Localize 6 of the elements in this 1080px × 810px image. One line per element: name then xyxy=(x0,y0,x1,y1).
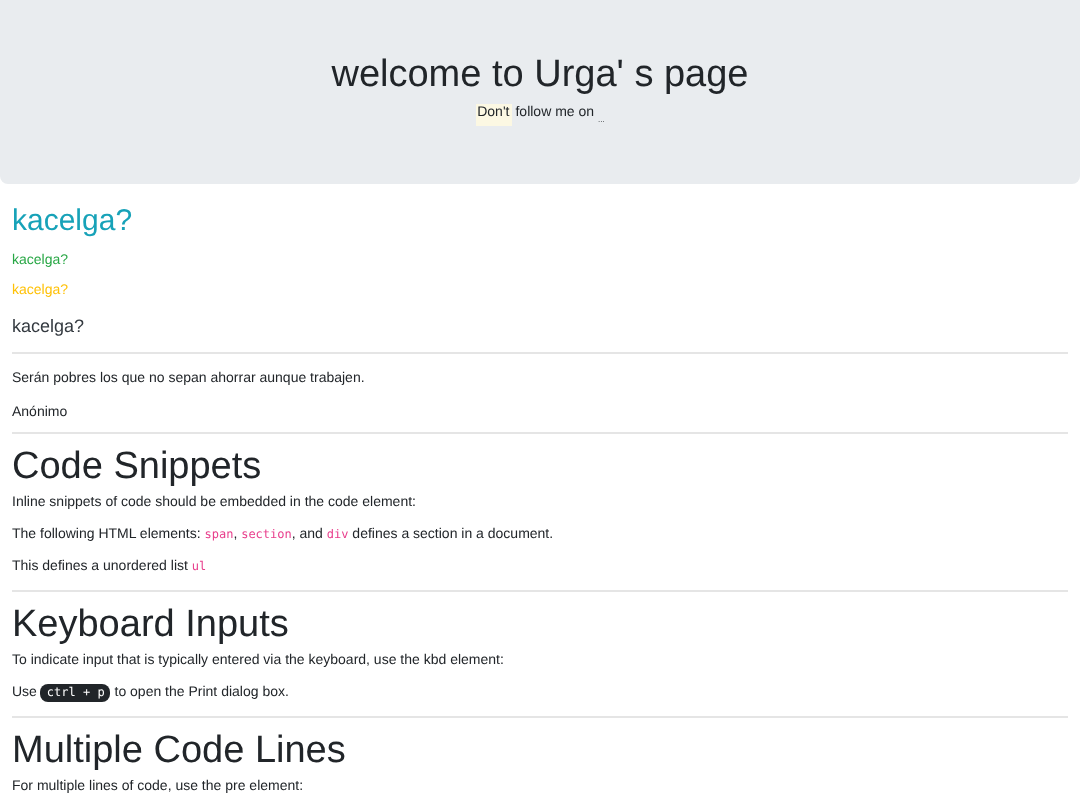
page-title: welcome to Urga' s page xyxy=(331,54,749,98)
heading-text: kacelga? xyxy=(12,204,133,242)
heading-text: kacelga? xyxy=(12,316,85,339)
section-heading: Code Snippets xyxy=(12,445,262,489)
section-heading: Keyboard Inputs xyxy=(12,603,289,647)
section-heading: Multiple Code Lines xyxy=(12,729,346,773)
